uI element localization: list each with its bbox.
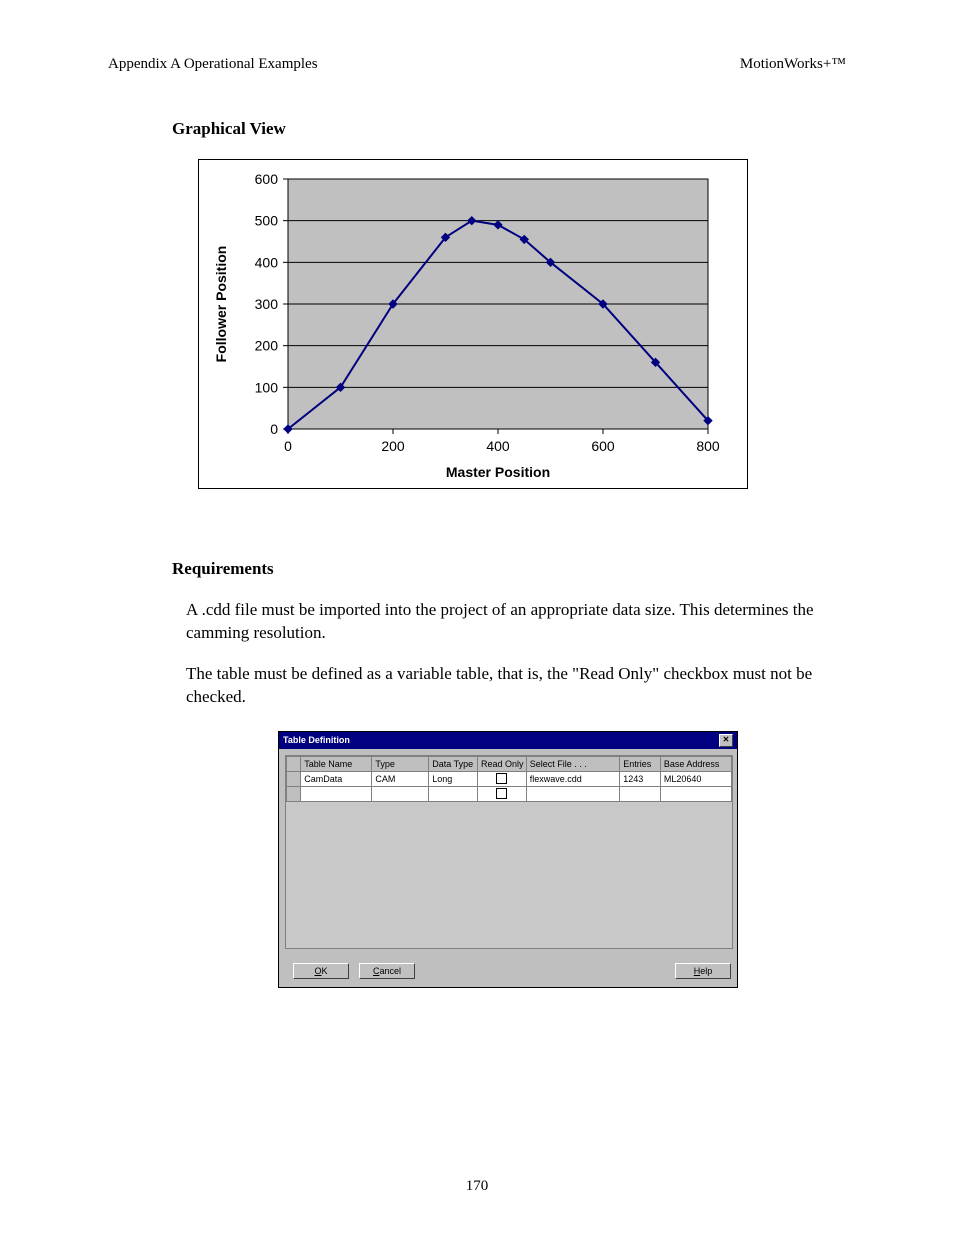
cell-read-only[interactable] <box>477 771 526 786</box>
row-handle[interactable] <box>287 771 301 786</box>
chart-container: 0 100 200 300 400 500 600 0 200 400 600 800 Master P… <box>198 159 846 489</box>
table-grid[interactable]: Table NameTypeData TypeRead OnlySelect F… <box>285 755 733 949</box>
cell-type[interactable]: CAM <box>372 771 429 786</box>
col-header[interactable]: Base Address <box>660 756 731 771</box>
col-header[interactable]: Entries <box>620 756 661 771</box>
section-requirements: Requirements <box>172 559 846 579</box>
svg-text:200: 200 <box>381 438 405 454</box>
cell-entries[interactable]: 1243 <box>620 771 661 786</box>
cell-data-type[interactable]: Long <box>429 771 478 786</box>
page-number: 170 <box>0 1178 954 1195</box>
cell-table-name[interactable] <box>301 786 372 801</box>
header-right: MotionWorks+™ <box>740 56 846 73</box>
col-header[interactable]: Select File . . . <box>526 756 619 771</box>
svg-text:500: 500 <box>255 213 279 229</box>
col-header[interactable]: Type <box>372 756 429 771</box>
svg-text:Follower Position: Follower Position <box>213 246 229 363</box>
col-header[interactable]: Data Type <box>429 756 478 771</box>
col-header[interactable]: Read Only <box>477 756 526 771</box>
row-header-blank <box>287 756 301 771</box>
svg-text:600: 600 <box>591 438 615 454</box>
section-graphical-view: Graphical View <box>172 119 846 139</box>
svg-text:Master Position: Master Position <box>446 464 550 480</box>
cell-base-address[interactable] <box>660 786 731 801</box>
svg-text:400: 400 <box>255 254 279 270</box>
cell-data-type[interactable] <box>429 786 478 801</box>
cell-type[interactable] <box>372 786 429 801</box>
cancel-button[interactable]: Cancel <box>359 963 415 979</box>
table-row[interactable]: CamDataCAMLong flexwave.cdd1243ML20640 <box>287 771 732 786</box>
svg-text:800: 800 <box>696 438 720 454</box>
svg-text:200: 200 <box>255 338 279 354</box>
svg-text:400: 400 <box>486 438 510 454</box>
requirements-para-1: A .cdd file must be imported into the pr… <box>186 599 846 645</box>
table-definition-dialog: Table Definition ✕ Table NameTypeData Ty… <box>278 731 738 988</box>
help-button[interactable]: Help <box>675 963 731 979</box>
dialog-screenshot: Table Definition ✕ Table NameTypeData Ty… <box>278 731 846 988</box>
page-header: Appendix A Operational Examples MotionWo… <box>108 56 846 73</box>
svg-text:300: 300 <box>255 296 279 312</box>
checkbox-icon[interactable] <box>496 788 507 799</box>
dialog-titlebar: Table Definition ✕ <box>279 732 737 749</box>
table-row[interactable] <box>287 786 732 801</box>
cell-select-file[interactable]: flexwave.cdd <box>526 771 619 786</box>
close-icon[interactable]: ✕ <box>719 734 733 747</box>
ok-button[interactable]: OK <box>293 963 349 979</box>
cell-entries[interactable] <box>620 786 661 801</box>
requirements-para-2: The table must be defined as a variable … <box>186 663 846 709</box>
svg-text:0: 0 <box>270 421 278 437</box>
header-left: Appendix A Operational Examples <box>108 56 318 73</box>
cell-read-only[interactable] <box>477 786 526 801</box>
col-header[interactable]: Table Name <box>301 756 372 771</box>
cell-base-address[interactable]: ML20640 <box>660 771 731 786</box>
checkbox-icon[interactable] <box>496 773 507 784</box>
line-chart: 0 100 200 300 400 500 600 0 200 400 600 800 Master P… <box>198 159 748 489</box>
svg-text:100: 100 <box>255 379 279 395</box>
cell-select-file[interactable] <box>526 786 619 801</box>
svg-text:600: 600 <box>255 171 279 187</box>
cell-table-name[interactable]: CamData <box>301 771 372 786</box>
svg-text:0: 0 <box>284 438 292 454</box>
row-handle[interactable] <box>287 786 301 801</box>
dialog-title-text: Table Definition <box>283 735 350 745</box>
